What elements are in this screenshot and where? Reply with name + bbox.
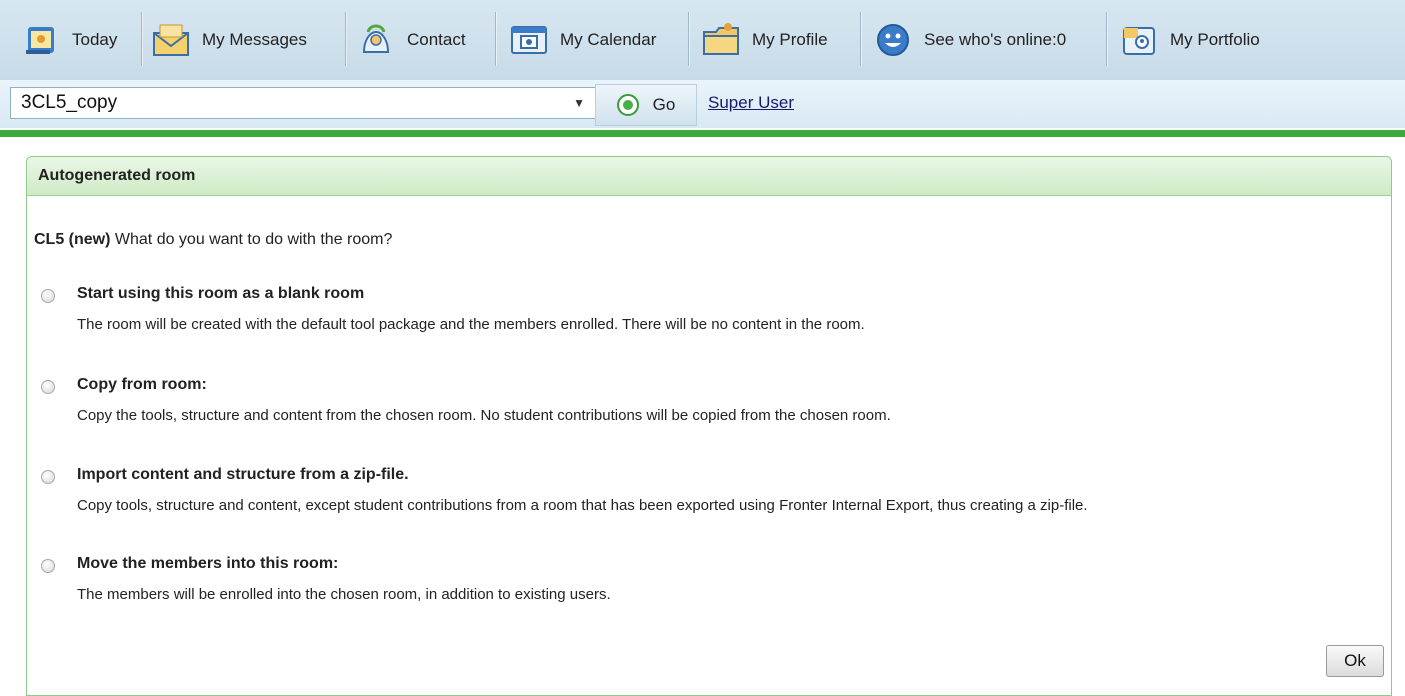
calendar-icon bbox=[508, 19, 550, 61]
nav-item-my-portfolio[interactable]: My Portfolio bbox=[1118, 0, 1260, 80]
top-navigation-bar: Today My Messages Contact My Calendar My… bbox=[0, 0, 1405, 80]
portfolio-icon bbox=[1118, 19, 1160, 61]
question-text: What do you want to do with the room? bbox=[110, 231, 393, 248]
nav-separator bbox=[860, 12, 861, 66]
nav-item-my-profile[interactable]: My Profile bbox=[700, 0, 828, 80]
option-title: Import content and structure from a zip-… bbox=[77, 466, 409, 483]
contact-icon bbox=[355, 19, 397, 61]
nav-item-label: My Calendar bbox=[560, 30, 657, 49]
option-title: Move the members into this room: bbox=[77, 555, 339, 572]
super-user-link[interactable]: Super User bbox=[708, 93, 794, 113]
nav-item-my-messages[interactable]: My Messages bbox=[150, 0, 307, 80]
option-description: The members will be enrolled into the ch… bbox=[77, 586, 611, 603]
panel-title: Autogenerated room bbox=[27, 157, 1391, 196]
nav-item-contact[interactable]: Contact bbox=[355, 0, 466, 80]
nav-item-label: See who's online:0 bbox=[924, 30, 1067, 49]
option-title: Start using this room as a blank room bbox=[77, 285, 365, 302]
room-select[interactable]: 3CL5_copy ▼ bbox=[10, 87, 596, 119]
room-name: CL5 (new) bbox=[34, 231, 111, 248]
dropdown-caret-icon: ▼ bbox=[573, 96, 585, 110]
autogenerated-room-panel: Autogenerated room CL5 (new) What do you… bbox=[26, 156, 1392, 696]
nav-item-label: Today bbox=[72, 30, 118, 49]
option-description: Copy tools, structure and content, excep… bbox=[77, 497, 1088, 514]
nav-item-my-calendar[interactable]: My Calendar bbox=[508, 0, 656, 80]
envelope-icon bbox=[150, 19, 192, 61]
room-question: CL5 (new) What do you want to do with th… bbox=[34, 231, 392, 249]
nav-item-label: My Profile bbox=[752, 30, 828, 49]
nav-item-label: Contact bbox=[407, 30, 466, 49]
radio-import-zip[interactable] bbox=[41, 470, 55, 484]
folder-profile-icon bbox=[700, 19, 742, 61]
radio-copy-from-room[interactable] bbox=[41, 380, 55, 394]
smiley-icon bbox=[872, 19, 914, 61]
room-select-value: 3CL5_copy bbox=[21, 92, 118, 113]
nav-item-today[interactable]: Today bbox=[20, 0, 117, 80]
nav-item-label: My Portfolio bbox=[1170, 30, 1260, 49]
option-title: Copy from room: bbox=[77, 376, 207, 393]
nav-separator bbox=[495, 12, 496, 66]
nav-separator bbox=[141, 12, 142, 66]
radio-move-members[interactable] bbox=[41, 559, 55, 573]
go-arrow-icon bbox=[616, 94, 639, 116]
radio-blank-room[interactable] bbox=[41, 289, 55, 303]
ok-button[interactable]: Ok bbox=[1326, 645, 1384, 677]
nav-separator bbox=[345, 12, 346, 66]
go-button[interactable]: Go bbox=[595, 84, 697, 126]
nav-item-label: My Messages bbox=[202, 30, 307, 49]
nav-separator bbox=[1106, 12, 1107, 66]
today-icon bbox=[20, 19, 62, 61]
accent-divider bbox=[0, 130, 1405, 137]
nav-separator bbox=[688, 12, 689, 66]
option-description: The room will be created with the defaul… bbox=[77, 316, 865, 333]
nav-item-see-whos-online[interactable]: See who's online:0 bbox=[872, 0, 1066, 80]
go-button-label: Go bbox=[652, 95, 676, 114]
option-description: Copy the tools, structure and content fr… bbox=[77, 407, 891, 424]
